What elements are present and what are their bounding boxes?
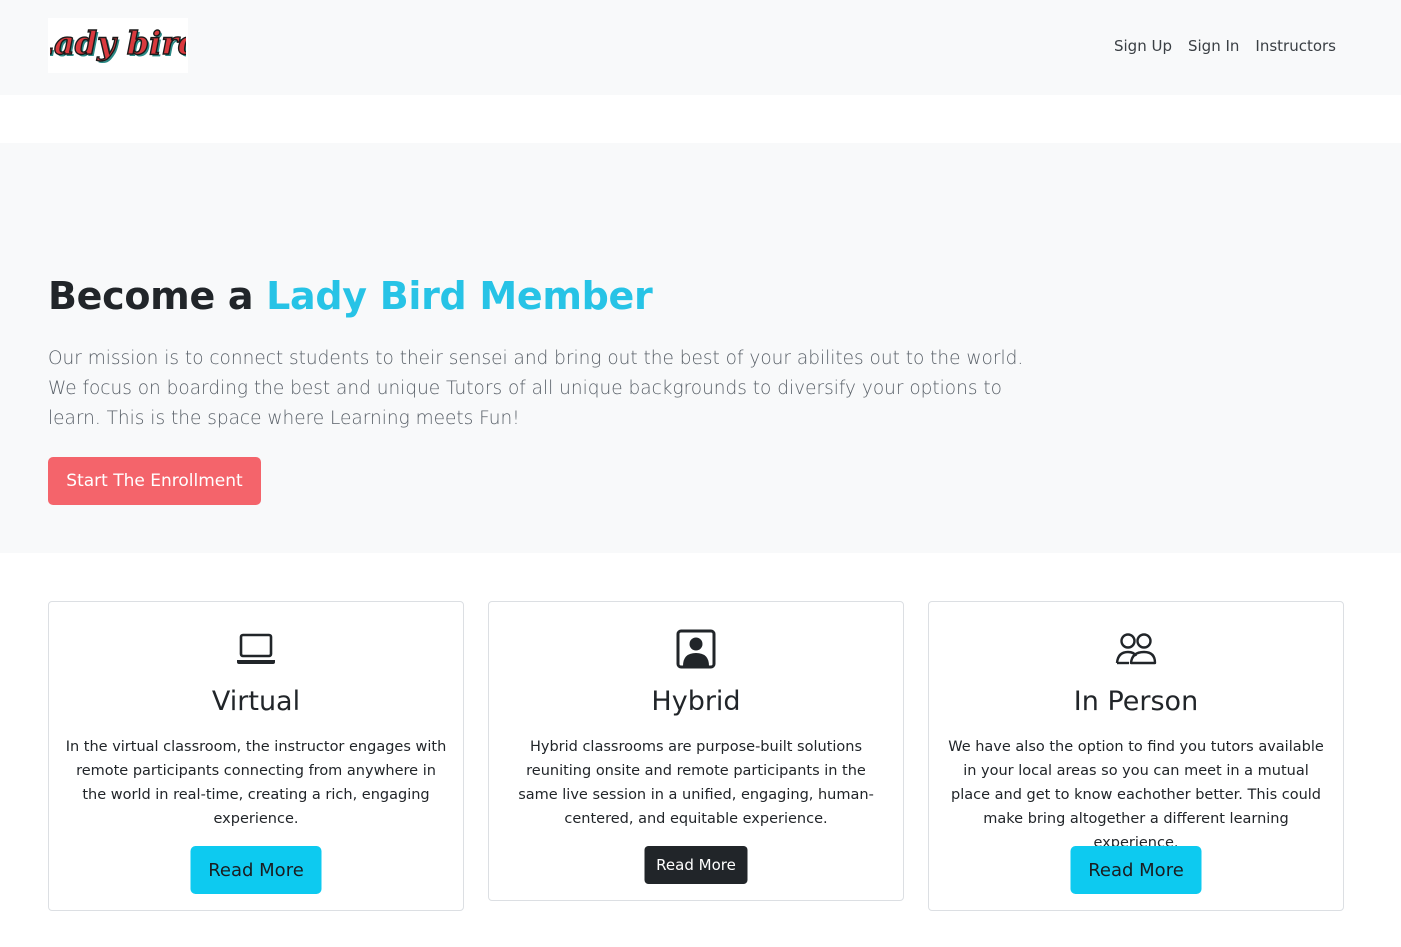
card-description: We have also the option to find you tuto… bbox=[948, 739, 1324, 851]
hero-title: Become a Lady Bird Member bbox=[48, 274, 653, 318]
people-icon bbox=[1115, 628, 1157, 670]
ladybird-logo[interactable]: Lady bird Lady bird bbox=[48, 18, 188, 73]
hero-title-plain: Become a bbox=[48, 274, 267, 318]
card-title: Virtual bbox=[211, 686, 301, 717]
card-description: Hybrid classrooms are purpose-built solu… bbox=[518, 739, 874, 827]
card-hybrid: Hybrid Hybrid classrooms are purpose-bui… bbox=[488, 601, 904, 901]
read-more-button[interactable]: Read More bbox=[1070, 846, 1202, 894]
hero-description: Our mission is to connect students to th… bbox=[48, 348, 1024, 429]
start-enrollment-button[interactable]: Start The Enrollment bbox=[48, 457, 261, 505]
card-in-person: In Person We have also the option to fin… bbox=[928, 601, 1344, 911]
nav-links: Sign Up Sign In Instructors bbox=[1114, 37, 1336, 55]
navbar: Lady bird Lady bird Sign Up Sign In Inst… bbox=[0, 0, 1401, 95]
hero-section: Become a Lady Bird Member Our mission is… bbox=[0, 143, 1401, 553]
card-description: In the virtual classroom, the instructor… bbox=[65, 739, 447, 827]
person-square-icon bbox=[675, 628, 717, 670]
hero-title-accent: Lady Bird Member bbox=[266, 274, 653, 318]
nav-link-instructors[interactable]: Instructors bbox=[1255, 37, 1336, 55]
nav-link-sign-in[interactable]: Sign In bbox=[1188, 37, 1239, 55]
logo-text: Lady bird bbox=[50, 24, 186, 62]
card-title: Hybrid bbox=[651, 686, 741, 717]
read-more-button[interactable]: Read More bbox=[644, 846, 748, 884]
card-title: In Person bbox=[1073, 686, 1199, 717]
laptop-icon bbox=[235, 628, 277, 670]
read-more-button[interactable]: Read More bbox=[190, 846, 322, 894]
card-virtual: Virtual In the virtual classroom, the in… bbox=[48, 601, 464, 911]
nav-link-sign-up[interactable]: Sign Up bbox=[1114, 37, 1172, 55]
